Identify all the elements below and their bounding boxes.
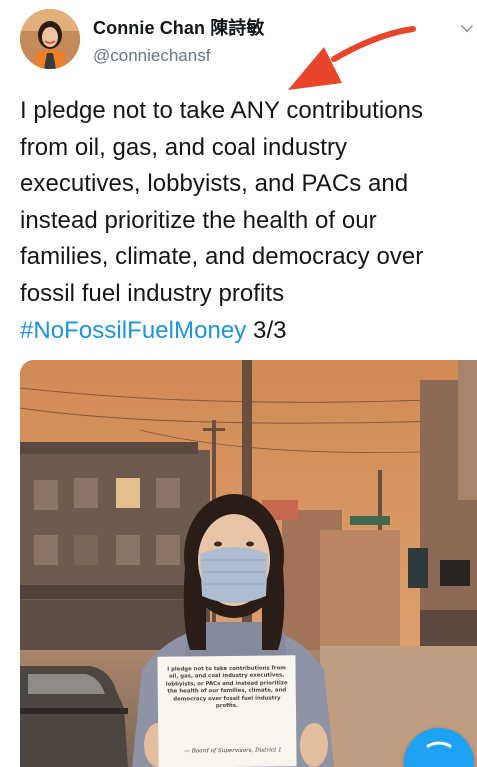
tweet-text-line: from oil, gas, and coal industry	[20, 133, 348, 161]
tweet-text-last-line: #NoFossilFuelMoney 3/3	[20, 313, 475, 350]
red-arrow-icon	[282, 22, 416, 103]
author-name[interactable]: Connie Chan 陳詩敏	[93, 14, 265, 40]
compose-button[interactable]	[404, 728, 474, 767]
avatar[interactable]	[20, 9, 80, 69]
tweet-text-line: instead prioritize the health of our	[20, 206, 377, 234]
author-handle[interactable]: @conniechansf	[93, 46, 265, 66]
pledge-sign-text: I pledge not to take contributions from …	[165, 665, 288, 710]
tweet-text-line: executives, lobbyists, and PACs and	[20, 170, 409, 198]
avatar-photo	[20, 9, 80, 69]
thread-count: 3/3	[246, 316, 287, 344]
tweet-card: Connie Chan 陳詩敏 @conniechansf I pledge n…	[0, 0, 477, 767]
tweet-text-line: fossil fuel industry profits	[20, 279, 285, 307]
chevron-down-icon[interactable]	[461, 20, 473, 38]
tweet-author: Connie Chan 陳詩敏 @conniechansf	[93, 14, 265, 66]
pledge-sign: I pledge not to take contributions from …	[157, 655, 297, 767]
compose-icon	[426, 741, 452, 748]
tweet-text-line: families, climate, and democracy over	[20, 243, 424, 271]
tweet-text-line: I pledge not to take ANY contributions	[20, 97, 424, 124]
pledge-sign-signature: — Board of Supervisors, District 1	[184, 747, 282, 755]
tweet-text: I pledge not to take ANY contributions f…	[20, 93, 475, 349]
hashtag-link[interactable]: #NoFossilFuelMoney	[20, 317, 246, 344]
